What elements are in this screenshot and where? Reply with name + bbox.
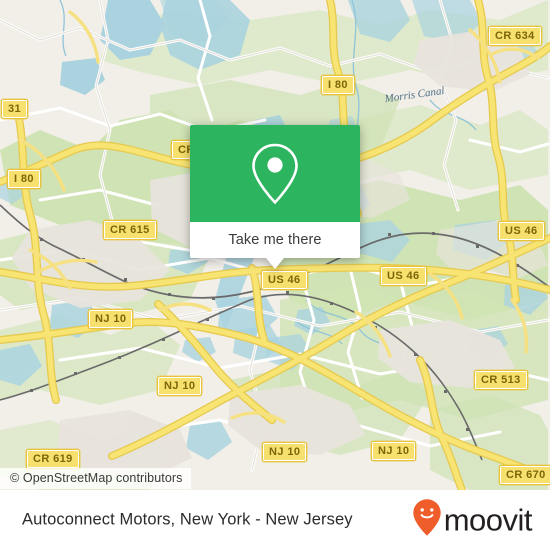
map-attribution[interactable]: © OpenStreetMap contributors: [0, 468, 191, 489]
popup-image-area: [190, 125, 360, 222]
moovit-logo[interactable]: moovit: [412, 499, 533, 542]
moovit-wordmark: moovit: [443, 502, 533, 538]
place-title: Autoconnect Motors, New York - New Jerse…: [22, 510, 353, 529]
popup-tail: [266, 258, 284, 269]
screenshot-root: Morris Canal 31 I 80 CR 634 I 80 CR CR 615 US …: [0, 0, 550, 550]
footer-bar: Autoconnect Motors, New York - New Jerse…: [0, 490, 550, 550]
map-pin-icon: [249, 142, 301, 206]
place-popup-card[interactable]: Take me there: [190, 125, 360, 269]
take-me-there-label: Take me there: [228, 232, 322, 248]
take-me-there-button[interactable]: Take me there: [190, 222, 360, 258]
moovit-pin-smiley-icon: [412, 499, 442, 542]
